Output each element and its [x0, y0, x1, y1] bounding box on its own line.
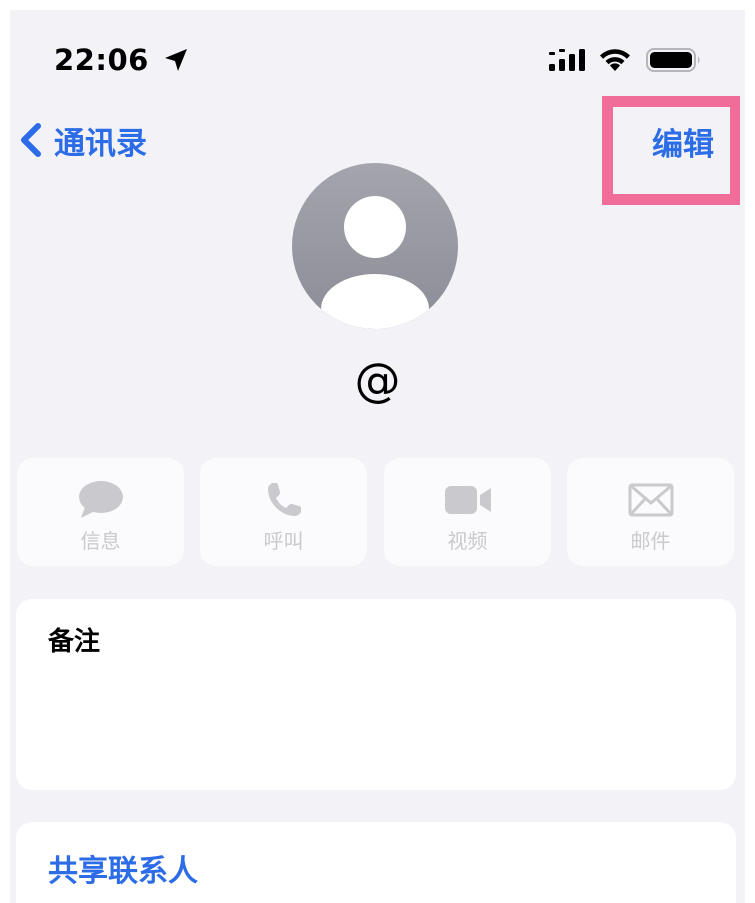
avatar: [292, 163, 458, 329]
share-contact-button[interactable]: 共享联系人: [16, 822, 736, 903]
cellular-signal-icon: [549, 49, 585, 71]
video-button[interactable]: 视频: [384, 458, 551, 566]
battery-icon: [646, 48, 700, 72]
video-label: 视频: [447, 529, 488, 553]
message-bubble-icon: [78, 481, 123, 518]
mail-label: 邮件: [630, 529, 671, 553]
message-label: 信息: [80, 529, 121, 553]
call-button[interactable]: 呼叫: [200, 458, 367, 566]
edit-button[interactable]: 编辑: [652, 119, 714, 164]
envelope-icon: [628, 483, 673, 517]
back-label: 通讯录: [54, 125, 147, 162]
notes-label: 备注: [48, 627, 101, 657]
notes-card[interactable]: 备注: [16, 599, 736, 790]
share-contact-label: 共享联系人: [48, 854, 198, 889]
wifi-icon: [600, 49, 630, 71]
status-time: 22:06: [54, 43, 149, 77]
video-camera-icon: [444, 486, 491, 514]
person-silhouette-icon: [321, 196, 429, 329]
back-button[interactable]: 通讯录: [16, 118, 147, 162]
phone-icon: [267, 483, 301, 516]
chevron-left-icon: [21, 123, 41, 157]
contact-name: @: [354, 353, 401, 407]
call-label: 呼叫: [263, 529, 304, 553]
mail-button[interactable]: 邮件: [567, 458, 734, 566]
message-button[interactable]: 信息: [17, 458, 184, 566]
contact-detail-screen: 22:06 通讯录 编辑 @ 信息 呼叫 视频 邮件 备注 共享联系人: [10, 10, 745, 903]
location-arrow-icon: [165, 49, 187, 71]
